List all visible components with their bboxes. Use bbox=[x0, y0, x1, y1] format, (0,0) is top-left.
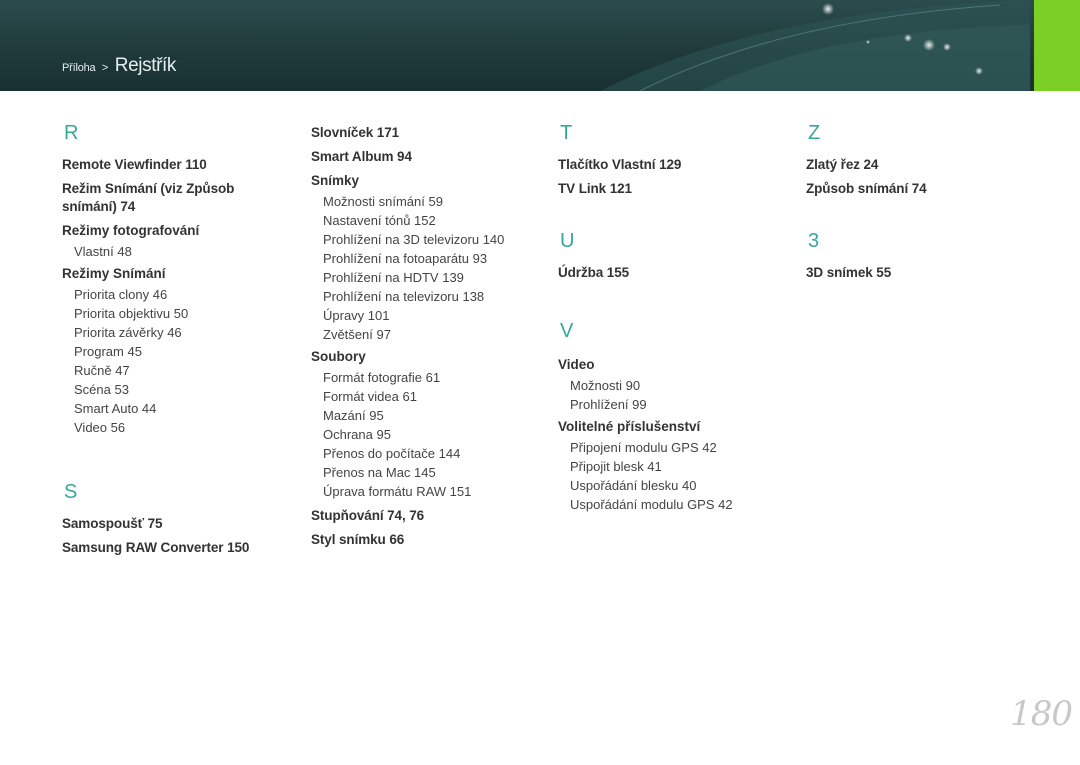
index-entry: Styl snímku 66 bbox=[311, 532, 405, 547]
index-entry: Remote Viewfinder 110 bbox=[62, 157, 207, 172]
index-subentry: Připojit blesk 41 bbox=[570, 459, 662, 474]
index-subentry: Priorita závěrky 46 bbox=[74, 325, 182, 340]
index-entry: Tlačítko Vlastní 129 bbox=[558, 157, 682, 172]
index-letter-u: U bbox=[560, 230, 575, 252]
index-subentry: Ochrana 95 bbox=[323, 427, 391, 442]
breadcrumb-parent: Příloha bbox=[62, 62, 96, 74]
index-subentry: Úprava formátu RAW 151 bbox=[323, 484, 472, 499]
index-entry: Smart Album 94 bbox=[311, 149, 412, 164]
index-subentry: Zvětšení 97 bbox=[323, 327, 391, 342]
breadcrumb-separator: > bbox=[101, 62, 109, 74]
index-entry: Údržba 155 bbox=[558, 265, 630, 280]
index-subentry: Vlastní 48 bbox=[74, 244, 132, 259]
page-number: 180 bbox=[1010, 694, 1073, 734]
index-subentry: Program 45 bbox=[74, 344, 142, 359]
index-entry: 3D snímek 55 bbox=[806, 265, 892, 280]
index-subentry: Smart Auto 44 bbox=[74, 401, 157, 416]
index-group-title: Volitelné příslušenství bbox=[558, 419, 701, 434]
page-header: Příloha > Rejstřík bbox=[0, 0, 1080, 91]
section-color-tab bbox=[1034, 0, 1080, 91]
index-letter-t: T bbox=[560, 122, 573, 144]
header-decoration bbox=[600, 0, 1030, 91]
index-letter-v: V bbox=[560, 320, 574, 342]
index-subentry: Video 56 bbox=[74, 420, 126, 435]
index-subentry: Možnosti 90 bbox=[570, 378, 641, 393]
index-entry: Stupňování 74, 76 bbox=[311, 508, 425, 523]
index-subentry: Uspořádání modulu GPS 42 bbox=[570, 497, 733, 512]
breadcrumb-current: Rejstřík bbox=[114, 55, 177, 76]
index-subentry: Prohlížení 99 bbox=[570, 397, 647, 412]
index-subentry: Prohlížení na 3D televizoru 140 bbox=[323, 232, 505, 247]
index-column-2: Slovníček 171 Smart Album 94 Snímky Možn… bbox=[311, 124, 551, 555]
index-subentry: Formát fotografie 61 bbox=[323, 370, 441, 385]
index-subentry: Priorita clony 46 bbox=[74, 287, 168, 302]
index-entry: Samsung RAW Converter 150 bbox=[62, 540, 250, 555]
index-subentry: Přenos do počítače 144 bbox=[323, 446, 461, 461]
breadcrumb: Příloha > Rejstřík bbox=[62, 55, 176, 77]
index-group-title: Video bbox=[558, 357, 595, 372]
index-subentry: Prohlížení na televizoru 138 bbox=[323, 289, 485, 304]
index-entry: Režim Snímání (viz Způsob snímání) 74 bbox=[62, 181, 235, 214]
index-subentry: Priorita objektivu 50 bbox=[74, 306, 189, 321]
index-group-title: Režimy fotografování bbox=[62, 223, 200, 238]
index-letter-r: R bbox=[64, 122, 79, 144]
index-subentry: Prohlížení na HDTV 139 bbox=[323, 270, 464, 285]
index-letter-z: Z bbox=[808, 122, 821, 144]
index-letter-s: S bbox=[64, 481, 78, 503]
index-subentry: Scéna 53 bbox=[74, 382, 129, 397]
index-column-1: R Remote Viewfinder 110 Režim Snímání (v… bbox=[62, 118, 302, 563]
index-subentry: Mazání 95 bbox=[323, 408, 384, 423]
index-column-4: Z Zlatý řez 24 Způsob snímání 74 3 3D sn… bbox=[806, 118, 1046, 288]
index-subentry: Připojení modulu GPS 42 bbox=[570, 440, 717, 455]
index-entry: Slovníček 171 bbox=[311, 125, 400, 140]
index-subentry: Přenos na Mac 145 bbox=[323, 465, 436, 480]
index-entry: Samospoušť 75 bbox=[62, 516, 163, 531]
index-group-title: Soubory bbox=[311, 349, 366, 364]
index-column-3: T Tlačítko Vlastní 129 TV Link 121 U Údr… bbox=[558, 118, 798, 518]
index-entry: Způsob snímání 74 bbox=[806, 181, 927, 196]
index-subentry: Formát videa 61 bbox=[323, 389, 417, 404]
index-group-title: Snímky bbox=[311, 173, 360, 188]
index-entry: Zlatý řez 24 bbox=[806, 157, 879, 172]
index-subentry: Možnosti snímání 59 bbox=[323, 194, 443, 209]
index-subentry: Nastavení tónů 152 bbox=[323, 213, 436, 228]
index-entry: TV Link 121 bbox=[558, 181, 632, 196]
index-group-title: Režimy Snímání bbox=[62, 266, 166, 281]
index-letter-3: 3 bbox=[808, 230, 820, 252]
index-subentry: Prohlížení na fotoaparátu 93 bbox=[323, 251, 488, 266]
index-subentry: Ručně 47 bbox=[74, 363, 130, 378]
index-subentry: Úpravy 101 bbox=[323, 308, 390, 323]
index-subentry: Uspořádání blesku 40 bbox=[570, 478, 697, 493]
